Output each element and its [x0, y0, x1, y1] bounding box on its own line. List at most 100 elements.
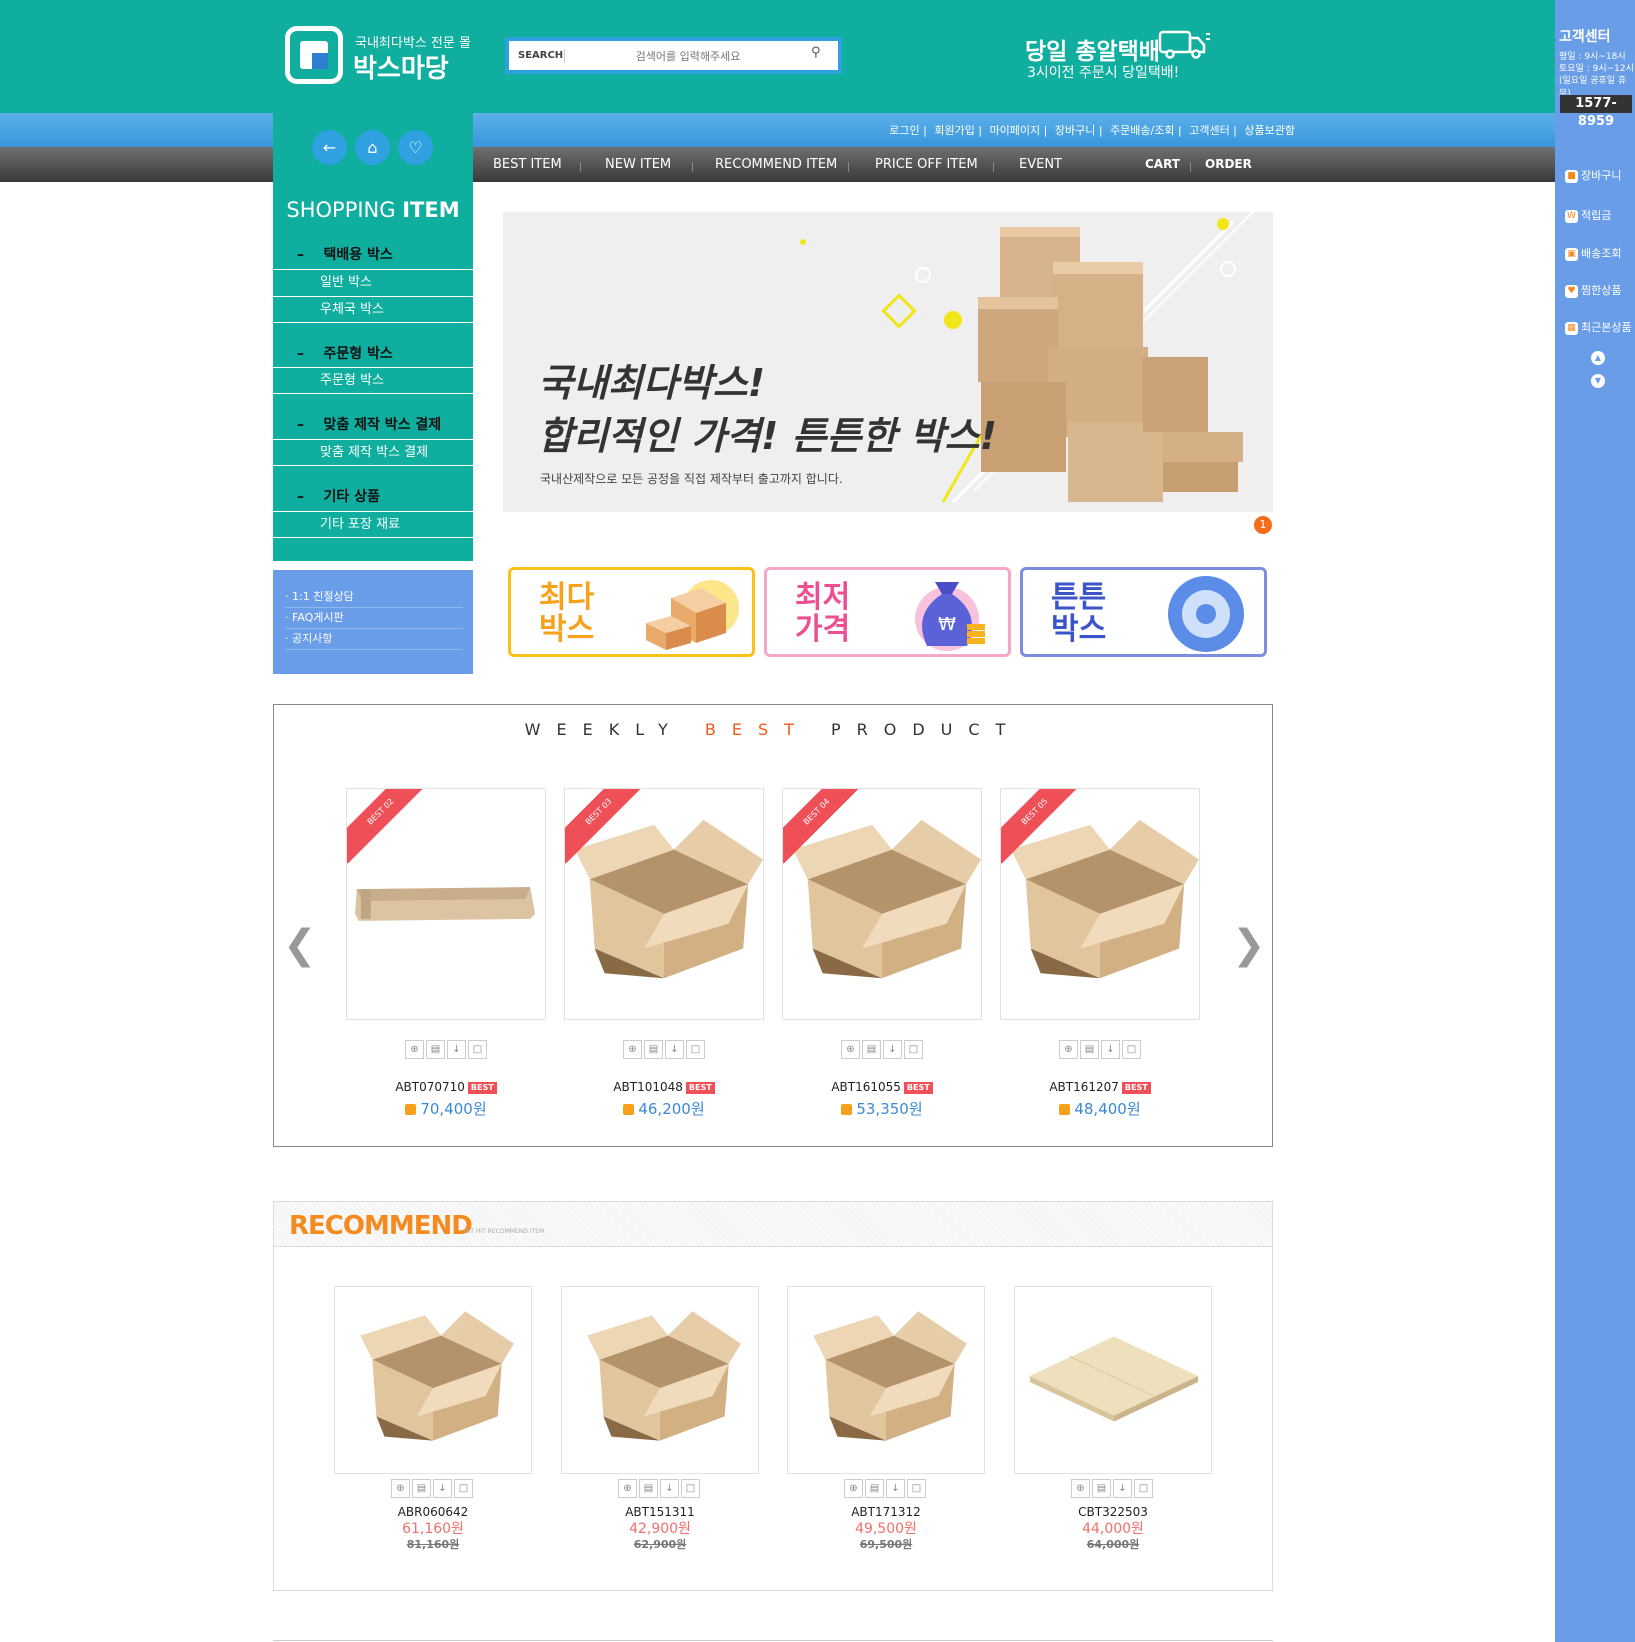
share-icon[interactable]: □: [1134, 1479, 1153, 1498]
cart-icon[interactable]: ▤: [862, 1040, 881, 1059]
cart-icon[interactable]: ▤: [1092, 1479, 1111, 1498]
carousel-prev-arrow-icon[interactable]: ❮: [283, 922, 317, 968]
product-code[interactable]: CBT322503: [1014, 1505, 1212, 1519]
promo-sturdy-boxes[interactable]: 튼튼 박스: [1020, 567, 1267, 657]
util-link-cs[interactable]: 고객센터: [1189, 124, 1229, 137]
won-icon: [405, 1104, 417, 1115]
back-arrow-icon[interactable]: ←: [312, 130, 347, 165]
side-category[interactable]: – 주문형 박스: [297, 343, 393, 363]
product-code[interactable]: ABT161055 BEST: [772, 1080, 992, 1094]
heart-icon[interactable]: ♡: [398, 130, 433, 165]
logo-icon[interactable]: [285, 26, 343, 84]
share-icon[interactable]: □: [468, 1040, 487, 1059]
side-subitem[interactable]: 주문형 박스: [273, 367, 473, 394]
promo-most-boxes[interactable]: 최다 박스: [508, 567, 755, 657]
download-icon[interactable]: ↓: [433, 1479, 452, 1498]
product-code[interactable]: ABT070710 BEST: [336, 1080, 556, 1094]
product-card[interactable]: [334, 1286, 532, 1474]
nav-best-item[interactable]: BEST ITEM: [493, 157, 562, 172]
share-icon[interactable]: □: [907, 1479, 926, 1498]
home-icon[interactable]: ⌂: [355, 130, 390, 165]
nav-recommend-item[interactable]: RECOMMEND ITEM: [715, 157, 837, 172]
scroll-down-icon[interactable]: ▼: [1591, 374, 1605, 388]
side-category[interactable]: – 택배용 박스: [297, 244, 393, 264]
cart-icon[interactable]: ▤: [865, 1479, 884, 1498]
nav-event[interactable]: EVENT: [1019, 157, 1062, 172]
download-icon[interactable]: ↓: [883, 1040, 902, 1059]
nav-new-item[interactable]: NEW ITEM: [605, 157, 671, 172]
best-badge: BEST: [685, 1081, 715, 1094]
search-input[interactable]: [573, 44, 803, 68]
side-subitem[interactable]: 일반 박스: [273, 269, 473, 295]
util-link-wishlist[interactable]: 상품보관함: [1244, 124, 1295, 137]
product-tools: ⊕ ▤ ↓ □: [618, 1479, 700, 1498]
recommend-title: RECOMMEND: [289, 1211, 473, 1241]
product-card[interactable]: BEST 04: [782, 788, 982, 1020]
cart-icon[interactable]: ▤: [412, 1479, 431, 1498]
main-banner[interactable]: 국내최다박스! 합리적인 가격! 튼튼한 박스! 국내산제작으로 모든 공정을 …: [503, 212, 1273, 512]
cart-icon[interactable]: ▤: [644, 1040, 663, 1059]
product-card[interactable]: BEST 02: [346, 788, 546, 1020]
side-category[interactable]: – 맞춤 제작 박스 결제: [297, 414, 441, 434]
share-icon[interactable]: □: [904, 1040, 923, 1059]
cs-link-consult[interactable]: · 1:1 친절상담: [285, 587, 463, 608]
logo-title[interactable]: 박스마당: [353, 48, 449, 85]
zoom-icon[interactable]: ⊕: [841, 1040, 860, 1059]
promo-lowest-price[interactable]: 최저 가격 ₩: [764, 567, 1011, 657]
product-card[interactable]: BEST 05: [1000, 788, 1200, 1020]
cart-icon[interactable]: ▤: [639, 1479, 658, 1498]
product-code[interactable]: ABT161207 BEST: [990, 1080, 1210, 1094]
product-card[interactable]: [1014, 1286, 1212, 1474]
quick-cart[interactable]: ■ 장바구니: [1565, 167, 1621, 183]
carousel-next-arrow-icon[interactable]: ❯: [1232, 922, 1266, 968]
cart-icon[interactable]: ▤: [426, 1040, 445, 1059]
quick-wishlist[interactable]: ♥ 찜한상품: [1565, 282, 1621, 298]
download-icon[interactable]: ↓: [1113, 1479, 1132, 1498]
side-subitem[interactable]: 기타 포장 재료: [273, 511, 473, 538]
util-link-order-track[interactable]: 주문배송/조회: [1110, 124, 1174, 137]
quick-points[interactable]: W 적립금: [1565, 207, 1611, 223]
util-link-mypage[interactable]: 마이페이지: [990, 124, 1041, 137]
cs-link-faq[interactable]: · FAQ게시판: [285, 608, 463, 629]
util-link-login[interactable]: 로그인: [889, 124, 919, 137]
zoom-icon[interactable]: ⊕: [618, 1479, 637, 1498]
cs-link-notice[interactable]: · 공지사항: [285, 629, 463, 650]
side-category[interactable]: – 기타 상품: [297, 486, 380, 506]
banner-pager-dot[interactable]: 1: [1254, 516, 1272, 534]
product-code[interactable]: ABT171312: [787, 1505, 985, 1519]
download-icon[interactable]: ↓: [665, 1040, 684, 1059]
zoom-icon[interactable]: ⊕: [1071, 1479, 1090, 1498]
product-code-text: ABT101048: [613, 1080, 683, 1094]
download-icon[interactable]: ↓: [886, 1479, 905, 1498]
share-icon[interactable]: □: [681, 1479, 700, 1498]
zoom-icon[interactable]: ⊕: [391, 1479, 410, 1498]
nav-price-off-item[interactable]: PRICE OFF ITEM: [875, 157, 978, 172]
zoom-icon[interactable]: ⊕: [405, 1040, 424, 1059]
share-icon[interactable]: □: [454, 1479, 473, 1498]
util-link-cart[interactable]: 장바구니: [1055, 124, 1095, 137]
quick-recent[interactable]: ▦ 최근본상품: [1565, 319, 1632, 335]
download-icon[interactable]: ↓: [447, 1040, 466, 1059]
zoom-icon[interactable]: ⊕: [623, 1040, 642, 1059]
download-icon[interactable]: ↓: [1101, 1040, 1120, 1059]
side-subitem[interactable]: 맞춤 제작 박스 결제: [273, 439, 473, 466]
share-icon[interactable]: □: [686, 1040, 705, 1059]
product-card[interactable]: BEST 03: [564, 788, 764, 1020]
product-code[interactable]: ABR060642: [334, 1505, 532, 1519]
nav-cart[interactable]: CART: [1145, 157, 1180, 171]
product-code[interactable]: ABT151311: [561, 1505, 759, 1519]
download-icon[interactable]: ↓: [660, 1479, 679, 1498]
cart-icon[interactable]: ▤: [1080, 1040, 1099, 1059]
product-code[interactable]: ABT101048 BEST: [554, 1080, 774, 1094]
scroll-up-icon[interactable]: ▲: [1591, 351, 1605, 365]
product-card[interactable]: [787, 1286, 985, 1474]
zoom-icon[interactable]: ⊕: [844, 1479, 863, 1498]
side-subitem[interactable]: 우체국 박스: [273, 296, 473, 323]
share-icon[interactable]: □: [1122, 1040, 1141, 1059]
product-card[interactable]: [561, 1286, 759, 1474]
util-link-join[interactable]: 회원가입: [934, 124, 974, 137]
zoom-icon[interactable]: ⊕: [1059, 1040, 1078, 1059]
search-icon[interactable]: ⚲: [811, 45, 821, 60]
nav-order[interactable]: ORDER: [1205, 157, 1252, 171]
quick-delivery[interactable]: ▣ 배송조회: [1565, 245, 1621, 261]
